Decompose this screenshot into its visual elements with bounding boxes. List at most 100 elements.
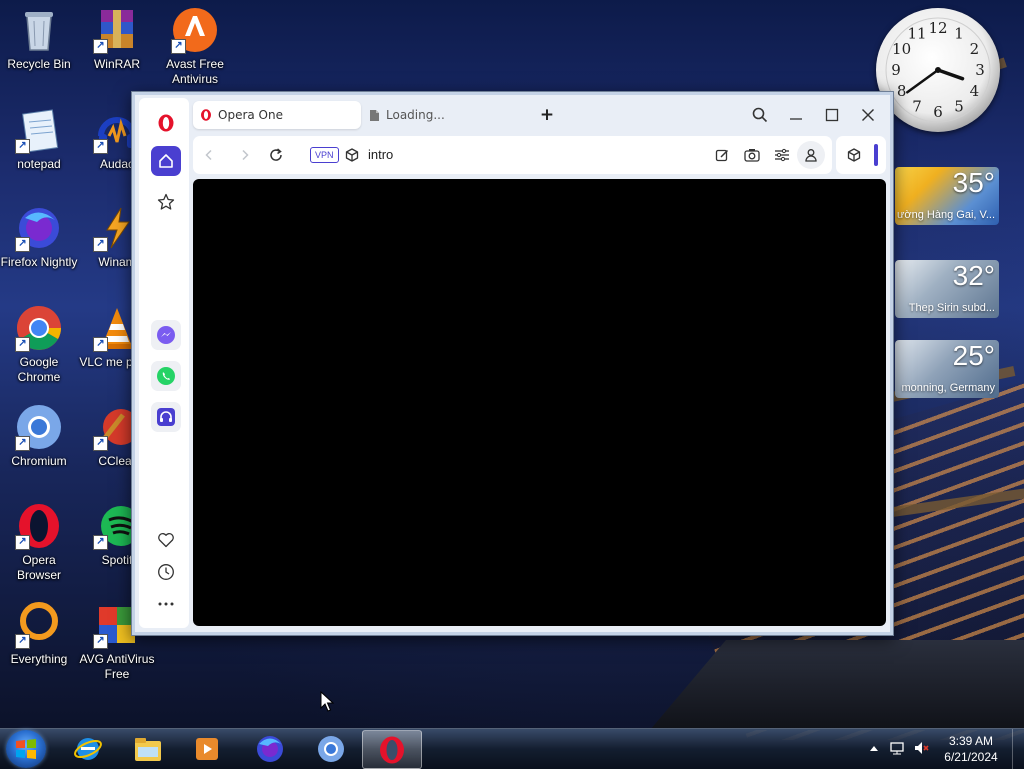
internet-explorer-icon <box>74 737 102 760</box>
new-tab-button[interactable]: + <box>532 101 562 129</box>
clock-numeral: 7 <box>912 97 922 115</box>
tab-opera-one[interactable]: Opera One <box>193 101 361 129</box>
sidebar-more-button[interactable] <box>151 589 181 619</box>
clock-numeral: 5 <box>954 97 964 115</box>
sidebar-whatsapp-button[interactable] <box>151 361 181 391</box>
weather-gadget[interactable]: 32° Thep Sirin subd... <box>895 260 999 318</box>
show-desktop-button[interactable] <box>1012 729 1024 769</box>
start-button[interactable] <box>6 730 46 768</box>
back-button[interactable] <box>199 145 219 165</box>
clock-numeral: 1 <box>954 25 964 43</box>
chromium-icon <box>318 735 344 762</box>
taskbar-chromium[interactable] <box>302 730 360 767</box>
cube-icon <box>345 148 359 162</box>
page-icon <box>367 108 381 122</box>
easy-setup-button[interactable] <box>772 145 792 165</box>
plus-icon: + <box>539 105 555 125</box>
clock-numeral: 12 <box>928 19 947 37</box>
heart-icon <box>158 533 174 548</box>
shortcut-arrow-icon: ↗ <box>15 237 30 252</box>
clock-minute-hand <box>906 68 940 94</box>
desktop-icon-winrar[interactable]: ↗ WinRAR <box>78 6 156 72</box>
desktop-icon-label: Everything <box>10 652 68 666</box>
network-icon <box>890 742 904 755</box>
tray-clock[interactable]: 3:39 AM 6/21/2024 <box>940 733 1002 765</box>
shortcut-arrow-icon: ↗ <box>15 139 30 154</box>
taskbar-internet-explorer[interactable] <box>59 730 117 767</box>
taskbar-file-explorer[interactable] <box>119 730 177 767</box>
sidebar-pinboards-button[interactable] <box>151 525 181 555</box>
taskbar-firefox[interactable] <box>241 730 299 767</box>
tab-label: Opera One <box>218 108 283 122</box>
opera-menu-button[interactable] <box>151 108 181 138</box>
forward-button[interactable] <box>235 145 255 165</box>
whatsapp-icon <box>157 367 175 385</box>
close-button[interactable] <box>853 101 883 129</box>
chromium-icon: ↗ <box>15 403 63 451</box>
sidebar-bookmarks-button[interactable] <box>151 187 181 217</box>
shortcut-arrow-icon: ↗ <box>93 39 108 54</box>
opera-browser-window[interactable]: Opera One Loading... + VPN intro <box>131 91 894 636</box>
everything-icon: ↗ <box>15 601 63 649</box>
notepad-icon: ↗ <box>15 106 63 154</box>
weather-location: monning, Germany <box>901 382 995 394</box>
weather-gadget[interactable]: 35° ường Hàng Gai, V... <box>895 167 999 225</box>
opera-icon: ↗ <box>15 502 63 550</box>
clock-numeral: 9 <box>891 61 901 79</box>
star-icon <box>157 193 175 210</box>
reload-button[interactable] <box>266 145 286 165</box>
volume-muted-icon <box>915 742 929 754</box>
close-icon <box>862 109 874 121</box>
show-hidden-icons-button[interactable] <box>866 740 882 756</box>
site-info-button[interactable] <box>342 145 362 165</box>
edit-button[interactable] <box>712 145 732 165</box>
desktop-icon-google-chrome[interactable]: ↗ Google Chrome <box>0 304 78 385</box>
url-field[interactable]: intro <box>368 147 393 162</box>
shortcut-arrow-icon: ↗ <box>93 634 108 649</box>
desktop-icon-label: Google Chrome <box>17 355 61 384</box>
tray-network[interactable] <box>889 740 905 756</box>
sidebar-history-button[interactable] <box>151 557 181 587</box>
desktop-icon-recycle-bin[interactable]: Recycle Bin <box>0 6 78 72</box>
shortcut-arrow-icon: ↗ <box>15 535 30 550</box>
snapshot-button[interactable] <box>742 145 762 165</box>
desktop-icon-everything[interactable]: ↗ Everything <box>0 601 78 667</box>
address-bar: VPN intro <box>193 136 832 174</box>
weather-location: Thep Sirin subd... <box>908 302 995 314</box>
tray-volume[interactable] <box>913 740 929 756</box>
recycle-bin-icon <box>15 6 63 54</box>
opera-sidebar <box>139 98 189 628</box>
clock-face: 12 12 3 45678 9 1011 <box>885 17 991 123</box>
taskbar-media-player[interactable] <box>178 730 236 767</box>
vpn-badge[interactable]: VPN <box>310 147 339 163</box>
desktop-icon-chromium[interactable]: ↗ Chromium <box>0 403 78 469</box>
desktop-icon-label: Avast Free Antivirus <box>166 57 224 86</box>
tab-search-button[interactable] <box>745 101 775 129</box>
messenger-icon <box>157 326 175 344</box>
clock-numeral: 3 <box>975 61 985 79</box>
minimize-button[interactable] <box>781 101 811 129</box>
windows-logo-icon <box>16 739 36 759</box>
weather-gadget[interactable]: 25° monning, Germany <box>895 340 999 398</box>
reload-icon <box>270 148 282 161</box>
desktop-icon-label: notepad <box>17 157 61 171</box>
taskbar: 3:39 AM 6/21/2024 <box>0 728 1024 769</box>
edit-icon <box>715 149 729 162</box>
sidebar-messenger-button[interactable] <box>151 320 181 350</box>
profile-button[interactable] <box>797 141 825 169</box>
desktop-icon-opera-browser[interactable]: ↗ Opera Browser <box>0 502 78 583</box>
clock-numeral: 10 <box>892 40 911 58</box>
sidebar-home-button[interactable] <box>151 146 181 176</box>
tab-loading[interactable]: Loading... <box>361 101 527 129</box>
desktop-icon-label: Chromium <box>11 454 67 468</box>
extensions-button[interactable] <box>844 145 864 165</box>
page-content[interactable] <box>193 179 886 626</box>
clock-numeral: 2 <box>970 40 980 58</box>
clock-gadget[interactable]: 12 1 2 3 4 5 6 7 8 9 10 11 <box>876 8 1000 132</box>
desktop-icon-avast[interactable]: ↗ Avast Free Antivirus <box>156 6 234 87</box>
desktop-icon-notepad[interactable]: ↗ notepad <box>0 106 78 172</box>
desktop-icon-firefox-nightly[interactable]: ↗ Firefox Nightly <box>0 204 78 270</box>
taskbar-opera[interactable] <box>362 730 422 769</box>
maximize-button[interactable] <box>817 101 847 129</box>
sidebar-music-player-button[interactable] <box>151 402 181 432</box>
